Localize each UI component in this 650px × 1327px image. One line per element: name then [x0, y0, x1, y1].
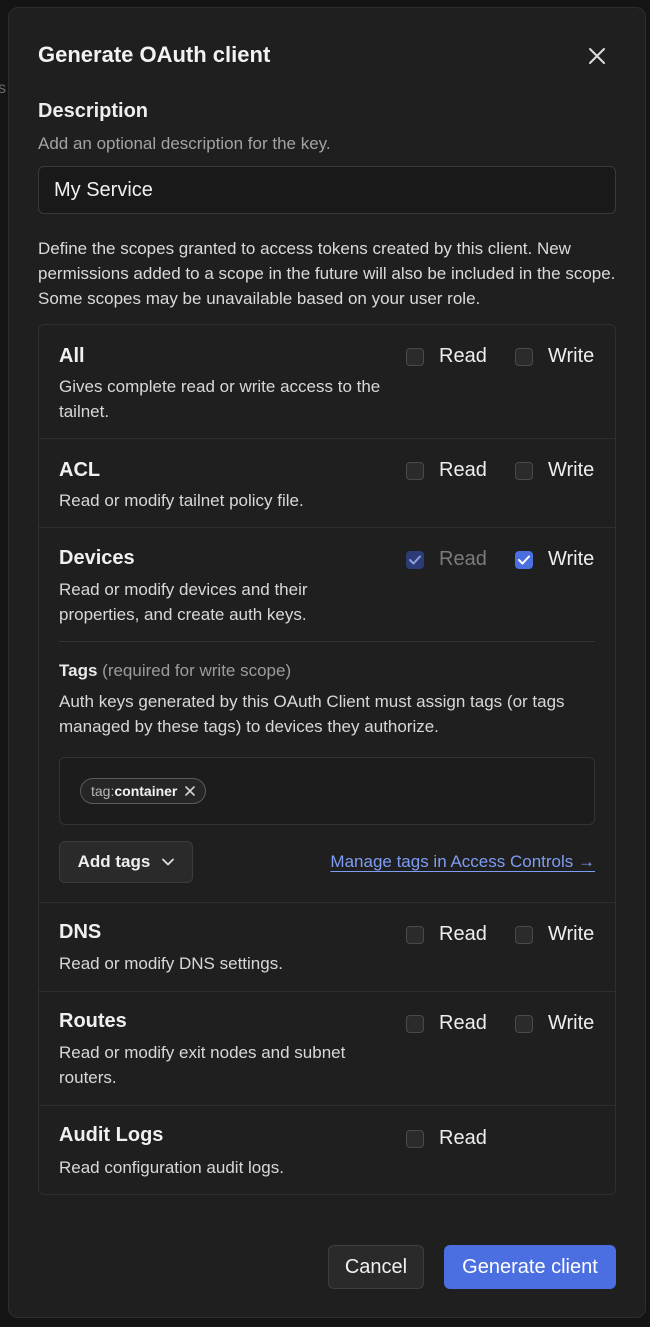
- checkbox-unchecked-icon: [406, 1014, 424, 1033]
- tags-heading: Tags (required for write scope): [59, 661, 291, 681]
- scope-name: DNS: [59, 921, 102, 943]
- remove-tag-icon[interactable]: [185, 786, 196, 796]
- description-hint: Add an optional description for the key.: [38, 134, 331, 153]
- scope-row-all: All Gives complete read or write access …: [39, 325, 615, 439]
- checkbox-label: Read: [439, 459, 487, 481]
- checkbox-checked-icon: [406, 550, 424, 569]
- checkbox-label: Write: [548, 548, 595, 570]
- scope-row-routes: Routes Read or modify exit nodes and sub…: [39, 992, 615, 1106]
- scope-row-devices: Devices Read or modify devices and their…: [39, 528, 615, 903]
- checkbox-label: Write: [548, 345, 595, 367]
- scope-routes-read-checkbox[interactable]: Read: [406, 1012, 487, 1035]
- checkbox-label: Write: [548, 459, 595, 481]
- chevron-down-icon: [162, 858, 175, 866]
- tags-divider: [59, 641, 595, 642]
- checkbox-unchecked-icon: [406, 1129, 424, 1148]
- checkbox-label: Read: [439, 1127, 487, 1149]
- checkbox-label: Read: [439, 548, 487, 570]
- scope-all-write-checkbox[interactable]: Write: [515, 345, 594, 368]
- checkbox-label: Read: [439, 345, 487, 367]
- tags-field[interactable]: tag: container: [59, 757, 595, 825]
- scope-routes-write-checkbox[interactable]: Write: [515, 1012, 594, 1035]
- close-icon: [588, 47, 606, 65]
- scope-name: ACL: [59, 459, 101, 481]
- scope-description: Gives complete read or write access to t…: [59, 377, 381, 421]
- checkbox-label: Write: [548, 923, 595, 945]
- tags-description: Auth keys generated by this OAuth Client…: [59, 692, 565, 736]
- scope-dns-read-checkbox[interactable]: Read: [406, 923, 487, 946]
- scopes-list: All Gives complete read or write access …: [38, 324, 616, 1195]
- cancel-button[interactable]: Cancel: [328, 1245, 424, 1289]
- checkbox-unchecked-icon: [406, 925, 424, 944]
- close-button[interactable]: [585, 44, 609, 68]
- background-text-fragment: s: [0, 80, 6, 97]
- scope-dns-write-checkbox[interactable]: Write: [515, 923, 594, 946]
- scope-row-acl: ACL Read or modify tailnet policy file. …: [39, 439, 615, 528]
- scope-name: Devices: [59, 547, 135, 569]
- add-tags-button[interactable]: Add tags: [59, 841, 193, 883]
- scope-row-audit-logs: Audit Logs Read configuration audit logs…: [39, 1106, 615, 1194]
- checkbox-unchecked-icon: [515, 1014, 533, 1033]
- description-input[interactable]: [38, 166, 616, 214]
- tag-chip: tag: container: [80, 778, 207, 804]
- tags-required-note: (required for write scope): [102, 661, 292, 680]
- checkbox-unchecked-icon: [515, 461, 533, 480]
- scope-description: Read configuration audit logs.: [59, 1158, 284, 1177]
- generate-oauth-client-dialog: Generate OAuth client Description Add an…: [8, 7, 646, 1318]
- scope-devices-write-checkbox[interactable]: Write: [515, 548, 594, 571]
- checkbox-unchecked-icon: [515, 925, 533, 944]
- scope-devices-read-checkbox[interactable]: Read: [406, 548, 487, 571]
- checkbox-label: Read: [439, 1012, 487, 1034]
- generate-client-button[interactable]: Generate client: [444, 1245, 616, 1289]
- tag-chip-prefix: tag:: [91, 783, 115, 799]
- scope-description: Read or modify DNS settings.: [59, 954, 283, 973]
- checkbox-unchecked-icon: [406, 461, 424, 480]
- scope-description: Read or modify exit nodes and subnet rou…: [59, 1043, 346, 1087]
- scope-all-read-checkbox[interactable]: Read: [406, 345, 487, 368]
- scope-description: Read or modify tailnet policy file.: [59, 491, 304, 510]
- checkbox-checked-icon: [515, 550, 533, 569]
- checkbox-label: Read: [439, 923, 487, 945]
- checkbox-unchecked-icon: [406, 347, 424, 366]
- description-label: Description: [38, 100, 149, 122]
- scope-description: Read or modify devices and their propert…: [59, 580, 308, 624]
- dialog-title: Generate OAuth client: [38, 42, 271, 67]
- scope-name: Routes: [59, 1010, 127, 1032]
- add-tags-label: Add tags: [77, 852, 151, 871]
- scope-acl-read-checkbox[interactable]: Read: [406, 459, 487, 482]
- scope-acl-write-checkbox[interactable]: Write: [515, 459, 594, 482]
- checkbox-label: Write: [548, 1012, 595, 1034]
- scopes-intro-text: Define the scopes granted to access toke…: [38, 239, 616, 308]
- scope-audit-logs-read-checkbox[interactable]: Read: [406, 1127, 487, 1150]
- scope-row-dns: DNS Read or modify DNS settings. Read Wr…: [39, 903, 615, 992]
- checkbox-unchecked-icon: [515, 347, 533, 366]
- scope-name: Audit Logs: [59, 1124, 164, 1146]
- tag-chip-value: container: [114, 783, 178, 799]
- tags-title: Tags: [59, 661, 98, 680]
- scope-name: All: [59, 345, 85, 367]
- manage-tags-link[interactable]: Manage tags in Access Controls →: [330, 852, 595, 872]
